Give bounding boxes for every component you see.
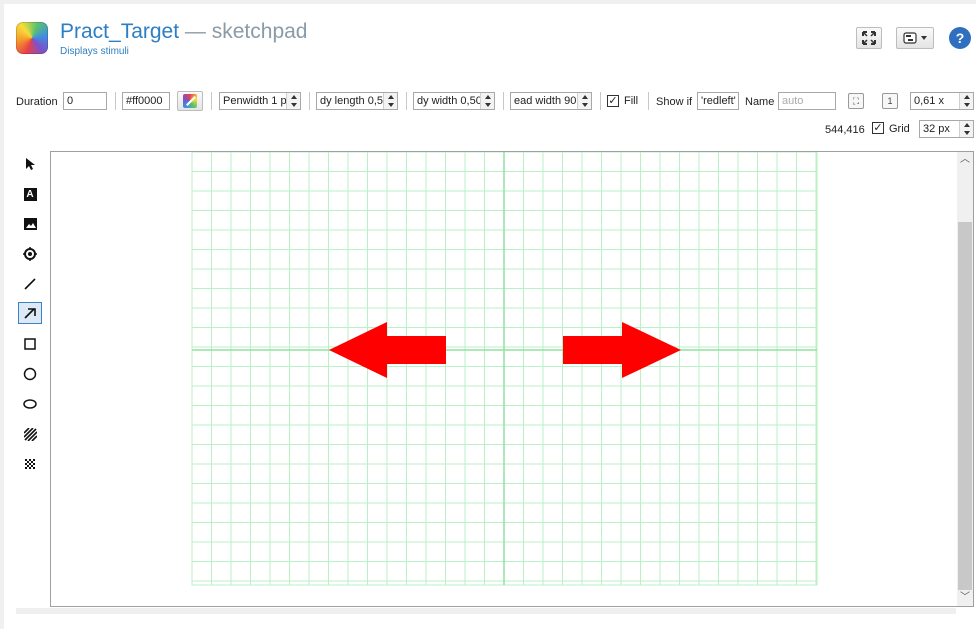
toolbar-divider <box>503 92 504 110</box>
expand-icon <box>862 31 876 45</box>
sketchpad-app-icon <box>16 22 48 54</box>
spin-arrows-icon[interactable] <box>577 93 591 109</box>
line-icon <box>24 278 36 290</box>
toolbar-divider <box>600 92 601 110</box>
toolbar-divider <box>115 92 116 110</box>
image-icon <box>23 218 37 230</box>
scrollbar-thumb[interactable] <box>958 222 972 590</box>
zoom-one-icon: 1 <box>887 96 893 106</box>
help-icon[interactable]: ? <box>949 27 971 49</box>
color-picker-icon <box>183 94 197 108</box>
horizontal-scroll-track <box>16 608 956 614</box>
rect-icon <box>24 338 36 350</box>
chevron-down-icon <box>921 36 927 40</box>
fill-label: Fill <box>624 95 639 107</box>
title-separator: — <box>184 20 206 43</box>
body-width-value: dy width 0,50 <box>417 95 480 107</box>
canvas-drawing-area[interactable] <box>51 152 957 606</box>
noise-icon <box>25 459 35 469</box>
item-title: Pract_Target — sketchpad <box>60 20 307 44</box>
arrow-icon <box>24 308 36 319</box>
spin-arrows-icon[interactable] <box>383 93 397 109</box>
grid-checkbox[interactable]: ✓ <box>872 122 884 134</box>
canvas-center-axes <box>192 152 817 585</box>
toolbar-divider <box>309 92 310 110</box>
image-tool[interactable] <box>18 213 42 235</box>
penwidth-value: Penwidth 1 p <box>223 95 286 107</box>
scroll-down-icon[interactable]: ﹀ <box>957 590 973 606</box>
sketchpad-canvas[interactable]: ︿ ﹀ <box>50 151 974 607</box>
window-frame-left <box>0 0 4 629</box>
spin-arrows-icon[interactable] <box>480 93 494 109</box>
spin-arrows-icon[interactable] <box>286 93 300 109</box>
center-view-button[interactable]: ⛶ <box>848 93 864 109</box>
spin-arrows-icon[interactable] <box>959 121 973 137</box>
zoom-value: 0,61 x <box>914 95 944 107</box>
item-type: sketchpad <box>211 20 308 43</box>
toolbar-divider <box>211 92 212 110</box>
pointer-tool[interactable] <box>18 153 42 175</box>
item-name[interactable]: Pract_Target <box>60 20 179 43</box>
item-description[interactable]: Displays stimuli <box>60 46 129 57</box>
right-arrow-shape[interactable] <box>563 322 681 378</box>
body-length-spinbox[interactable]: dy length 0,50 <box>316 92 398 110</box>
penwidth-spinbox[interactable]: Penwidth 1 p <box>219 92 301 110</box>
toolbar-divider <box>648 92 649 110</box>
line-tool[interactable] <box>18 273 42 295</box>
ellipse-icon <box>23 399 37 409</box>
duration-label: Duration <box>16 96 58 108</box>
circle-icon <box>23 367 37 381</box>
name-label: Name <box>745 96 775 108</box>
show-if-label: Show if <box>656 96 693 108</box>
fullscreen-button[interactable] <box>856 27 882 49</box>
scroll-up-icon[interactable]: ︿ <box>957 152 973 168</box>
vertical-scrollbar[interactable]: ︿ ﹀ <box>957 152 973 606</box>
center-icon: ⛶ <box>852 96 860 106</box>
show-if-input[interactable]: 'redleft' <box>697 92 739 110</box>
rect-tool[interactable] <box>18 333 42 355</box>
head-width-value: ead width 90 <box>514 95 577 107</box>
zoom-reset-button[interactable]: 1 <box>882 93 898 109</box>
grid-size-spinbox[interactable]: 32 px <box>919 120 974 138</box>
zoom-spinbox[interactable]: 0,61 x <box>910 92 974 110</box>
toolbar-divider <box>406 92 407 110</box>
body-width-spinbox[interactable]: dy width 0,50 <box>413 92 495 110</box>
text-tool[interactable]: A <box>18 183 42 205</box>
color-input[interactable]: #ff0000 <box>122 92 170 110</box>
arrow-tool[interactable] <box>18 302 42 324</box>
fixdot-icon <box>23 247 37 261</box>
text-icon: A <box>23 187 37 201</box>
view-menu-button[interactable] <box>896 27 934 49</box>
pointer-icon <box>26 158 35 170</box>
window-frame-top <box>0 0 976 4</box>
circle-tool[interactable] <box>18 363 42 385</box>
fill-checkbox[interactable]: ✓ <box>607 95 619 107</box>
grid-size-value: 32 px <box>923 123 950 135</box>
gabor-tool[interactable] <box>18 423 42 445</box>
noise-tool[interactable] <box>18 453 42 475</box>
head-width-spinbox[interactable]: ead width 90 <box>510 92 592 110</box>
spin-arrows-icon[interactable] <box>959 93 973 109</box>
color-picker-button[interactable] <box>177 91 203 111</box>
toggle-view-icon <box>903 32 917 44</box>
duration-input[interactable]: 0 <box>63 92 107 110</box>
cursor-position: 544,416 <box>825 124 865 136</box>
body-length-value: dy length 0,50 <box>320 95 383 107</box>
grid-label: Grid <box>889 123 910 135</box>
gabor-icon <box>23 427 37 441</box>
ellipse-tool[interactable] <box>18 393 42 415</box>
name-input[interactable]: auto <box>778 92 836 110</box>
fixdot-tool[interactable] <box>18 243 42 265</box>
